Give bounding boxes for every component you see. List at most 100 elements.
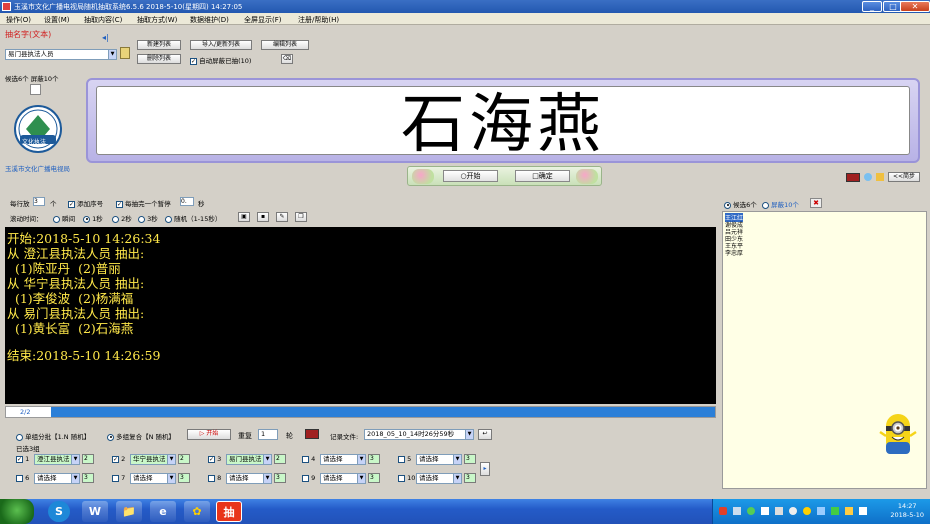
menu-content[interactable]: 抽取内容(C) xyxy=(84,15,122,25)
group-6-count[interactable]: 3 xyxy=(82,473,94,483)
add-serial-checkbox[interactable]: ✓ xyxy=(68,200,75,208)
new-list-button[interactable]: 新建列表 xyxy=(137,40,181,50)
group-7-select[interactable]: 请选择 ▼ xyxy=(130,473,176,484)
group-checkbox[interactable]: ✓ xyxy=(16,455,23,463)
group-7[interactable]: 7 xyxy=(112,474,125,482)
tray-icon[interactable] xyxy=(761,507,769,515)
group-3[interactable]: ✓ 3 xyxy=(208,455,221,463)
menu-data[interactable]: 数据维护(D) xyxy=(190,15,229,25)
tray-icon[interactable] xyxy=(817,507,825,515)
group-8-count[interactable]: 3 xyxy=(274,473,286,483)
folder-icon[interactable] xyxy=(120,47,130,59)
repeat-input[interactable]: 1 xyxy=(258,429,278,440)
group-checkbox[interactable] xyxy=(398,474,405,482)
import-list-button[interactable]: 导入/更新列表 xyxy=(190,40,252,50)
taskbar-app[interactable]: ✿ xyxy=(184,501,210,522)
group-checkbox[interactable] xyxy=(112,474,119,482)
mode-single-option[interactable]: 单组分批【1.N 随机】 xyxy=(16,431,90,441)
group-5[interactable]: 5 xyxy=(398,455,411,463)
group-10[interactable]: 10 xyxy=(398,474,415,482)
settings-icon[interactable] xyxy=(876,173,884,181)
confirm-button[interactable]: □确定 xyxy=(515,170,570,182)
radio-icon[interactable] xyxy=(112,215,119,223)
group-checkbox[interactable]: ✓ xyxy=(208,455,215,463)
group-2[interactable]: ✓ 2 xyxy=(112,455,125,463)
taskbar-app[interactable]: e xyxy=(150,501,176,522)
clock[interactable]: 14:27 2018-5-10 xyxy=(890,502,924,520)
list-item[interactable]: 李忠厚 xyxy=(725,248,743,257)
auto-hide-checkbox[interactable]: ✓ xyxy=(190,57,197,65)
group-2-select[interactable]: 华宁县执法 ▼ xyxy=(130,454,176,465)
group-8[interactable]: 8 xyxy=(208,474,221,482)
group-9-select[interactable]: 请选择 ▼ xyxy=(320,473,366,484)
save-icon[interactable]: ▪ xyxy=(257,212,269,222)
start-button[interactable]: ○开始 xyxy=(443,170,498,182)
copy-icon[interactable]: ❐ xyxy=(295,212,307,222)
tray-icon[interactable] xyxy=(733,507,741,515)
group-checkbox[interactable]: ✓ xyxy=(112,455,119,463)
radio-icon[interactable] xyxy=(107,433,114,441)
right-hidden[interactable]: 屏蔽10个 xyxy=(762,199,799,209)
group-5-select[interactable]: 请选择 ▼ xyxy=(416,454,462,465)
group-10-count[interactable]: 3 xyxy=(464,473,476,483)
globe-icon[interactable] xyxy=(864,173,872,181)
menu-help[interactable]: 注册/帮助(H) xyxy=(298,15,339,25)
simplify-button[interactable]: <<简步 xyxy=(888,172,920,182)
group-8-select[interactable]: 请选择 ▼ xyxy=(226,473,272,484)
radio-icon[interactable] xyxy=(83,215,90,223)
group-checkbox[interactable] xyxy=(302,474,309,482)
scroll-option-instant[interactable]: 瞬间 xyxy=(53,213,75,223)
pause-checkbox[interactable]: ✓ xyxy=(116,200,123,208)
refresh-icon[interactable] xyxy=(30,84,41,95)
start-menu-button[interactable] xyxy=(0,499,34,524)
picture-icon[interactable]: ▣ xyxy=(238,212,250,222)
pause-option[interactable]: ✓ 每抽完一个暂停 xyxy=(116,198,171,208)
group-6[interactable]: 6 xyxy=(16,474,29,482)
group-1-select[interactable]: 澄江县执法 ▼ xyxy=(34,454,80,465)
tray-icon[interactable] xyxy=(747,507,755,515)
mode-multi-option[interactable]: 多组复合【N 随机】 xyxy=(107,431,175,441)
scroll-option-2s[interactable]: 2秒 xyxy=(112,213,132,223)
color-swatch-icon[interactable] xyxy=(305,429,319,439)
pause-input[interactable]: 0. xyxy=(180,197,194,206)
scroll-option-random[interactable]: 随机（1-15秒） xyxy=(165,213,221,223)
group-9-count[interactable]: 3 xyxy=(368,473,380,483)
taskbar-app-active[interactable]: 抽 xyxy=(216,501,242,522)
group-checkbox[interactable] xyxy=(398,455,405,463)
group-1-count[interactable]: 2 xyxy=(82,454,94,464)
radio-icon[interactable] xyxy=(138,215,145,223)
collapse-icon[interactable]: ◂| xyxy=(102,33,109,42)
radio-icon[interactable] xyxy=(53,215,60,223)
volume-icon[interactable] xyxy=(789,507,797,515)
minimize-button[interactable]: _ xyxy=(862,1,882,12)
edit-icon[interactable]: ✎ xyxy=(276,212,288,222)
color-icon[interactable] xyxy=(846,173,860,182)
group-checkbox[interactable] xyxy=(16,474,23,482)
taskbar-app[interactable]: W xyxy=(82,501,108,522)
group-7-count[interactable]: 3 xyxy=(178,473,190,483)
right-candidates[interactable]: 候选6个 xyxy=(724,199,757,209)
group-1[interactable]: ✓ 1 xyxy=(16,455,29,463)
menu-fullscreen[interactable]: 全屏显示(F) xyxy=(244,15,282,25)
list-select[interactable]: 易门县执法人员 ▼ xyxy=(5,49,117,60)
group-5-count[interactable]: 3 xyxy=(464,454,476,464)
small-start-button[interactable]: ▷ 开始 xyxy=(187,429,231,440)
tray-icon[interactable] xyxy=(831,507,839,515)
group-2-count[interactable]: 2 xyxy=(178,454,190,464)
delete-list-button[interactable]: 删除列表 xyxy=(137,54,181,64)
group-checkbox[interactable] xyxy=(302,455,309,463)
tray-icon[interactable] xyxy=(719,507,727,515)
taskbar-app[interactable]: 📁 xyxy=(116,501,142,522)
more-groups-icon[interactable]: ▸ xyxy=(480,462,490,476)
group-4-select[interactable]: 请选择 ▼ xyxy=(320,454,366,465)
tray-icon[interactable] xyxy=(803,507,811,515)
group-10-select[interactable]: 请选择 ▼ xyxy=(416,473,462,484)
menu-operate[interactable]: 操作(O) xyxy=(6,15,31,25)
per-draw-input[interactable]: 3 xyxy=(33,197,45,206)
group-3-select[interactable]: 易门县执法 ▼ xyxy=(226,454,272,465)
radio-icon[interactable] xyxy=(762,201,769,209)
taskbar-app[interactable]: S xyxy=(48,501,70,522)
open-record-icon[interactable]: ↩ xyxy=(478,429,492,440)
group-3-count[interactable]: 2 xyxy=(274,454,286,464)
group-4-count[interactable]: 3 xyxy=(368,454,380,464)
